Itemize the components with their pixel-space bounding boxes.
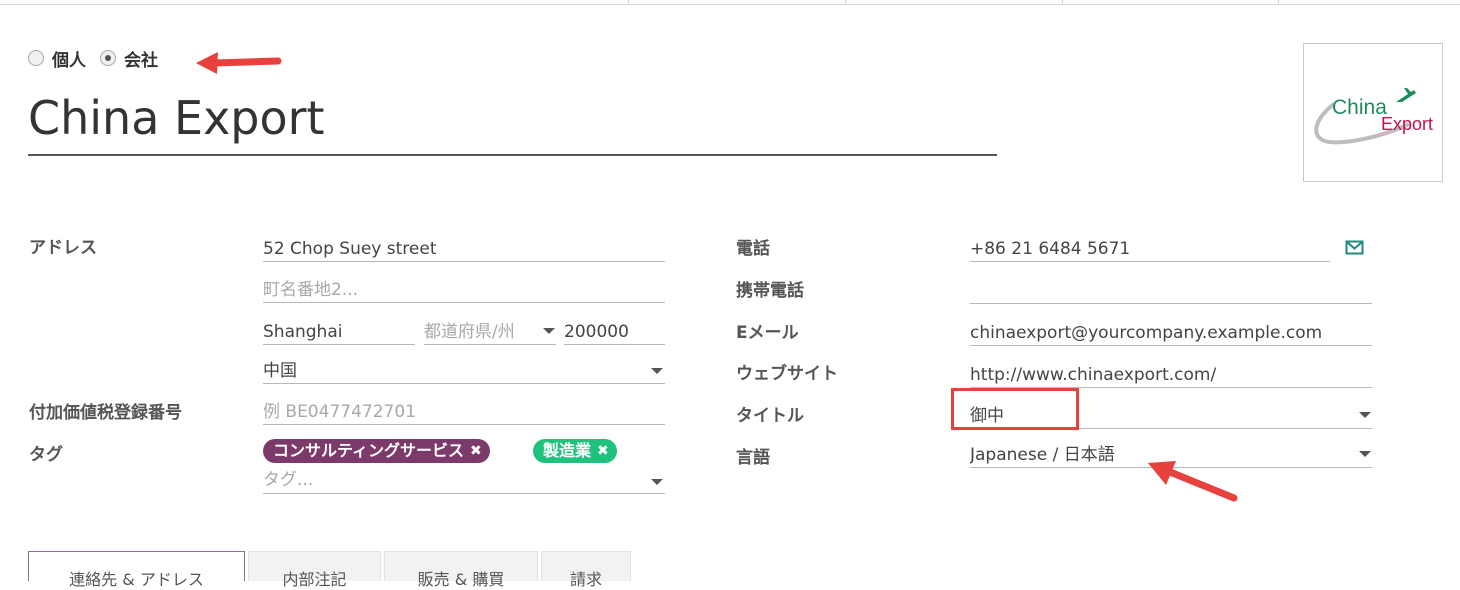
state-select[interactable]: 都道府県/州 xyxy=(424,319,556,345)
website-input[interactable]: http://www.chinaexport.com/ xyxy=(970,362,1372,388)
chevron-down-icon xyxy=(651,368,663,374)
individual-radio-label[interactable]: 個人 xyxy=(52,46,86,71)
chevron-down-icon xyxy=(651,479,663,485)
vat-label: 付加価値税登録番号 xyxy=(29,403,182,423)
logo-text-line2: Export xyxy=(1381,114,1433,134)
email-input[interactable]: chinaexport@yourcompany.example.com xyxy=(970,320,1372,346)
street-input[interactable]: 52 Chop Suey street xyxy=(263,236,665,262)
company-type-selector: 個人 会社 xyxy=(28,46,172,71)
phone-label: 電話 xyxy=(736,239,770,259)
individual-radio[interactable] xyxy=(28,50,44,66)
chevron-down-icon xyxy=(1359,451,1371,457)
language-label: 言語 xyxy=(736,448,770,468)
tag-consulting[interactable]: コンサルティングサービス ✖ xyxy=(263,439,490,463)
mobile-label: 携帯電話 xyxy=(736,281,804,301)
language-value: Japanese / 日本語 xyxy=(970,445,1115,465)
mobile-input[interactable] xyxy=(970,278,1372,304)
logo-text-line1: China xyxy=(1332,96,1387,119)
tag-label: 製造業 xyxy=(543,441,592,460)
company-radio-label[interactable]: 会社 xyxy=(124,46,158,71)
tab-sales-purchases[interactable]: 販売 & 購買 xyxy=(384,551,538,589)
close-icon[interactable]: ✖ xyxy=(470,439,482,463)
tags-input[interactable]: タグ... xyxy=(263,469,665,494)
tag-manufacturing[interactable]: 製造業 ✖ xyxy=(533,439,617,463)
chevron-down-icon xyxy=(1359,412,1371,418)
title-label: タイトル xyxy=(736,406,804,426)
website-label: ウェブサイト xyxy=(736,364,838,384)
zip-input[interactable]: 200000 xyxy=(564,319,665,345)
annotation-highlight-box xyxy=(951,388,1079,430)
phone-input[interactable]: +86 21 6484 5671 xyxy=(970,236,1330,262)
company-logo[interactable]: China Export xyxy=(1303,43,1443,182)
country-select[interactable]: 中国 xyxy=(263,358,665,384)
tag-label: コンサルティングサービス xyxy=(273,441,465,460)
tags-label: タグ xyxy=(29,445,63,465)
street2-input[interactable]: 町名番地2... xyxy=(263,277,665,303)
country-value: 中国 xyxy=(263,361,297,381)
tab-internal-notes[interactable]: 内部注記 xyxy=(248,551,381,589)
close-icon[interactable]: ✖ xyxy=(597,439,609,463)
tab-contacts-addresses[interactable]: 連絡先 & アドレス xyxy=(28,551,245,589)
partner-name-underline xyxy=(28,154,997,156)
top-separator xyxy=(1062,0,1063,4)
envelope-icon[interactable] xyxy=(1345,240,1365,256)
top-separator xyxy=(845,0,846,4)
annotation-arrow xyxy=(1148,461,1238,502)
vat-input[interactable]: 例 BE0477472701 xyxy=(263,399,665,425)
email-label: Eメール xyxy=(736,323,799,343)
city-input[interactable]: Shanghai xyxy=(263,319,415,345)
top-separator xyxy=(1278,0,1279,4)
partner-name-input[interactable]: China Export xyxy=(28,88,996,154)
airplane-icon xyxy=(1396,88,1416,102)
top-separator xyxy=(628,0,629,4)
state-placeholder: 都道府県/州 xyxy=(424,322,515,342)
chevron-down-icon xyxy=(543,328,555,334)
annotation-arrow xyxy=(196,52,282,74)
top-divider xyxy=(0,4,1460,5)
tab-invoicing[interactable]: 請求 xyxy=(541,551,631,589)
logo-graphic: China Export xyxy=(1314,88,1433,145)
company-radio[interactable] xyxy=(100,50,116,66)
address-label: アドレス xyxy=(29,238,97,258)
